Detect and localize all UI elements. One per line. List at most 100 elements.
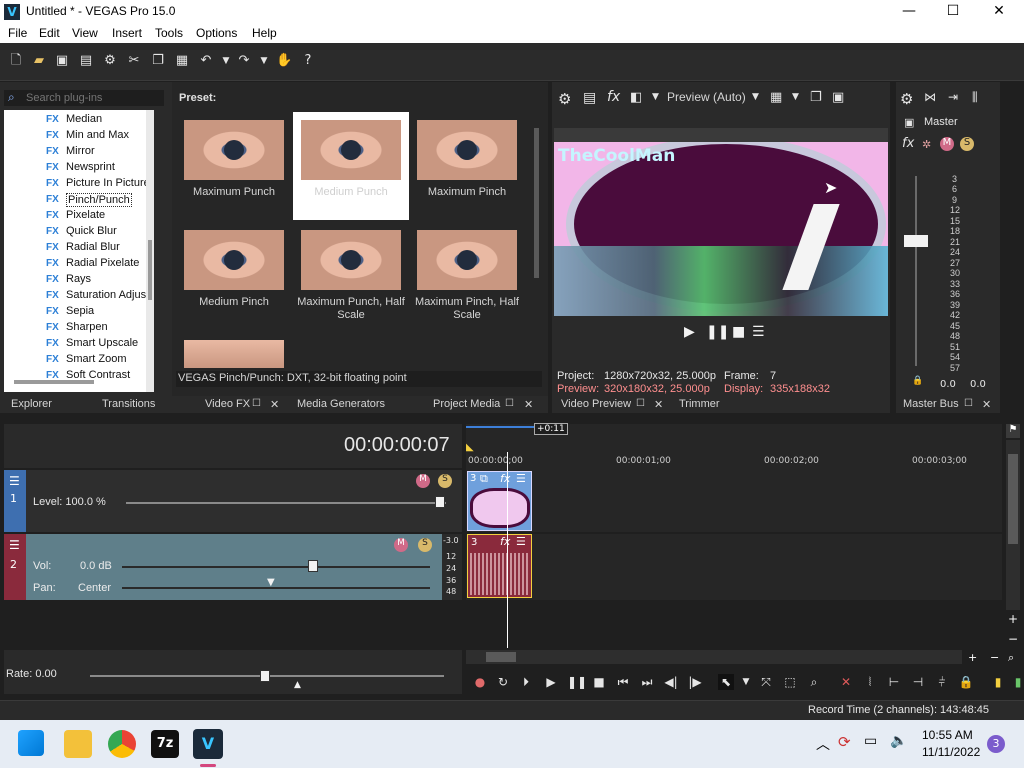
split-icon[interactable]: ⫩ bbox=[934, 674, 950, 690]
tab-video-fx[interactable]: Video FX bbox=[205, 398, 250, 410]
clock-time[interactable]: 10:55 AM bbox=[922, 728, 973, 742]
preset-tile[interactable]: Maximum Punch bbox=[176, 112, 292, 220]
pan-crop-icon[interactable]: ⧉ bbox=[480, 472, 488, 486]
pause-icon[interactable]: ❚❚ bbox=[567, 674, 587, 690]
marker-flag-icon[interactable]: ◣ bbox=[466, 442, 474, 453]
next-frame-icon[interactable]: |▶ bbox=[687, 674, 703, 690]
sync-icon[interactable]: ⟳ bbox=[838, 733, 851, 751]
event-menu-icon[interactable]: ☰ bbox=[516, 535, 526, 548]
tab-project-media[interactable]: Project Media bbox=[433, 398, 500, 410]
preset-scrollbar[interactable] bbox=[534, 128, 539, 278]
stop-icon[interactable]: ■ bbox=[591, 674, 607, 690]
event-fx-icon[interactable]: fx bbox=[500, 535, 510, 548]
go-to-end-icon[interactable]: ⏭ bbox=[639, 674, 655, 690]
master-automation-icon[interactable]: ✲ bbox=[922, 138, 931, 151]
pause-icon[interactable]: ❚❚ bbox=[706, 324, 729, 340]
master-fader-knob[interactable] bbox=[904, 235, 928, 247]
preview-menu-icon[interactable]: ☰ bbox=[752, 324, 765, 340]
menu-file[interactable]: File bbox=[8, 26, 27, 40]
close-button[interactable]: ✕ bbox=[976, 0, 1022, 24]
preset-tile[interactable]: Maximum Punch, Half Scale bbox=[293, 222, 409, 330]
solo-icon[interactable]: S bbox=[438, 474, 452, 488]
plugin-tree-hscroll[interactable] bbox=[14, 380, 94, 384]
pan-slider[interactable] bbox=[122, 587, 430, 589]
overlays-grid-icon[interactable]: ▦ bbox=[770, 90, 782, 105]
solo-icon[interactable]: S bbox=[960, 137, 974, 151]
split-dropdown-icon[interactable]: ▼ bbox=[652, 92, 659, 102]
search-input[interactable] bbox=[26, 91, 162, 105]
stop-icon[interactable]: ■ bbox=[732, 324, 745, 340]
video-output-fx-icon[interactable]: fx bbox=[607, 89, 620, 105]
track-menu-icon[interactable]: ☰ bbox=[9, 538, 20, 552]
mute-icon[interactable]: M bbox=[940, 137, 954, 151]
save-icon[interactable]: ▣ bbox=[54, 53, 70, 69]
preset-tile[interactable]: Medium Pinch bbox=[176, 222, 292, 330]
rate-default-marker-icon[interactable]: ▲ bbox=[294, 680, 301, 690]
trim-end-icon[interactable]: ⊣ bbox=[910, 674, 926, 690]
master-fx-icon[interactable]: fx bbox=[902, 136, 914, 151]
edit-tool-dropdown-icon[interactable]: ▼ bbox=[738, 674, 754, 690]
master-fader-track[interactable] bbox=[915, 176, 917, 366]
help-question-icon[interactable]: ? bbox=[300, 53, 316, 69]
video-track-lane[interactable]: 3 ⧉ fx ☰ bbox=[466, 470, 1002, 532]
rate-knob[interactable] bbox=[260, 670, 270, 682]
display-icon[interactable]: ▭ bbox=[864, 733, 877, 749]
undock-icon[interactable]: ☐ bbox=[636, 398, 645, 409]
audio-track-lane[interactable]: 3 fx ☰ bbox=[466, 534, 1002, 600]
marker-icon[interactable]: ▮ bbox=[990, 674, 1006, 690]
selection-tool-icon[interactable]: ⬚ bbox=[782, 674, 798, 690]
preset-tile[interactable]: Maximum Pinch bbox=[409, 112, 525, 220]
file-explorer-icon[interactable] bbox=[64, 730, 92, 758]
video-event[interactable]: 3 ⧉ fx ☰ bbox=[467, 471, 532, 531]
menu-insert[interactable]: Insert bbox=[112, 26, 142, 40]
scrollbar-thumb[interactable] bbox=[148, 240, 152, 300]
cut-icon[interactable]: ✂ bbox=[126, 53, 142, 69]
loop-region-bar[interactable] bbox=[466, 426, 538, 428]
pan-knob-icon[interactable]: ▼ bbox=[267, 577, 275, 588]
downmix-icon[interactable]: ⋈ bbox=[924, 90, 936, 104]
maximize-button[interactable]: ☐ bbox=[930, 0, 976, 24]
tab-trimmer[interactable]: Trimmer bbox=[679, 398, 720, 410]
record-icon[interactable]: ● bbox=[472, 674, 488, 690]
windows-start-icon[interactable] bbox=[18, 730, 44, 756]
play-icon[interactable]: ▶ bbox=[543, 674, 559, 690]
zoom-tool-icon[interactable]: ⌕ bbox=[806, 674, 822, 690]
save-snapshot-icon[interactable]: ▣ bbox=[832, 90, 844, 105]
menu-view[interactable]: View bbox=[72, 26, 98, 40]
undo-icon[interactable]: ↶ bbox=[198, 53, 214, 69]
new-file-icon[interactable]: 🗋 bbox=[8, 53, 24, 69]
master-settings-gear-icon[interactable]: ⚙ bbox=[900, 90, 913, 108]
plugin-search[interactable]: ⌕ bbox=[4, 90, 164, 106]
region-icon[interactable]: ▮ bbox=[1012, 674, 1024, 690]
clock-date[interactable]: 11/11/2022 bbox=[922, 745, 980, 759]
zoom-magnifier-icon[interactable]: ⌕ bbox=[1008, 651, 1014, 665]
mute-icon[interactable]: M bbox=[394, 538, 408, 552]
save-as-icon[interactable]: ▤ bbox=[78, 53, 94, 69]
audio-event[interactable]: 3 fx ☰ bbox=[467, 534, 532, 598]
tab-transitions[interactable]: Transitions bbox=[102, 398, 155, 410]
split-screen-icon[interactable]: ◧ bbox=[630, 90, 642, 105]
redo-icon[interactable]: ↷ bbox=[236, 53, 252, 69]
show-hidden-icons-icon[interactable]: ︿ bbox=[816, 734, 830, 754]
dim-output-icon[interactable]: ⇥ bbox=[948, 90, 958, 104]
loop-playback-icon[interactable]: ↻ bbox=[495, 674, 511, 690]
chrome-icon[interactable] bbox=[108, 730, 136, 758]
zoom-in-horizontal-icon[interactable]: + bbox=[968, 651, 977, 664]
quality-dropdown-icon[interactable]: ▼ bbox=[752, 92, 759, 102]
scrollbar-thumb[interactable] bbox=[1008, 454, 1018, 544]
trim-start-icon[interactable]: ⊢ bbox=[886, 674, 902, 690]
vol-knob[interactable] bbox=[308, 560, 318, 572]
vol-slider[interactable] bbox=[122, 566, 430, 568]
close-tab-icon[interactable]: ✕ bbox=[524, 398, 533, 411]
zoom-out-vertical-icon[interactable]: − bbox=[1008, 632, 1018, 646]
play-icon[interactable]: ▶ bbox=[684, 324, 695, 340]
plugin-tree-scrollbar[interactable] bbox=[146, 110, 154, 392]
edit-tool-icon[interactable]: ⬉ bbox=[718, 674, 734, 690]
minimize-button[interactable]: — bbox=[886, 0, 932, 24]
copy-icon[interactable]: ❐ bbox=[150, 53, 166, 69]
menu-tools[interactable]: Tools bbox=[155, 26, 183, 40]
video-level-knob[interactable] bbox=[435, 496, 445, 508]
settings-gear-icon[interactable]: ⚙ bbox=[102, 53, 118, 69]
tab-video-preview[interactable]: Video Preview bbox=[561, 398, 631, 410]
zoom-in-vertical-icon[interactable]: + bbox=[1008, 612, 1018, 626]
